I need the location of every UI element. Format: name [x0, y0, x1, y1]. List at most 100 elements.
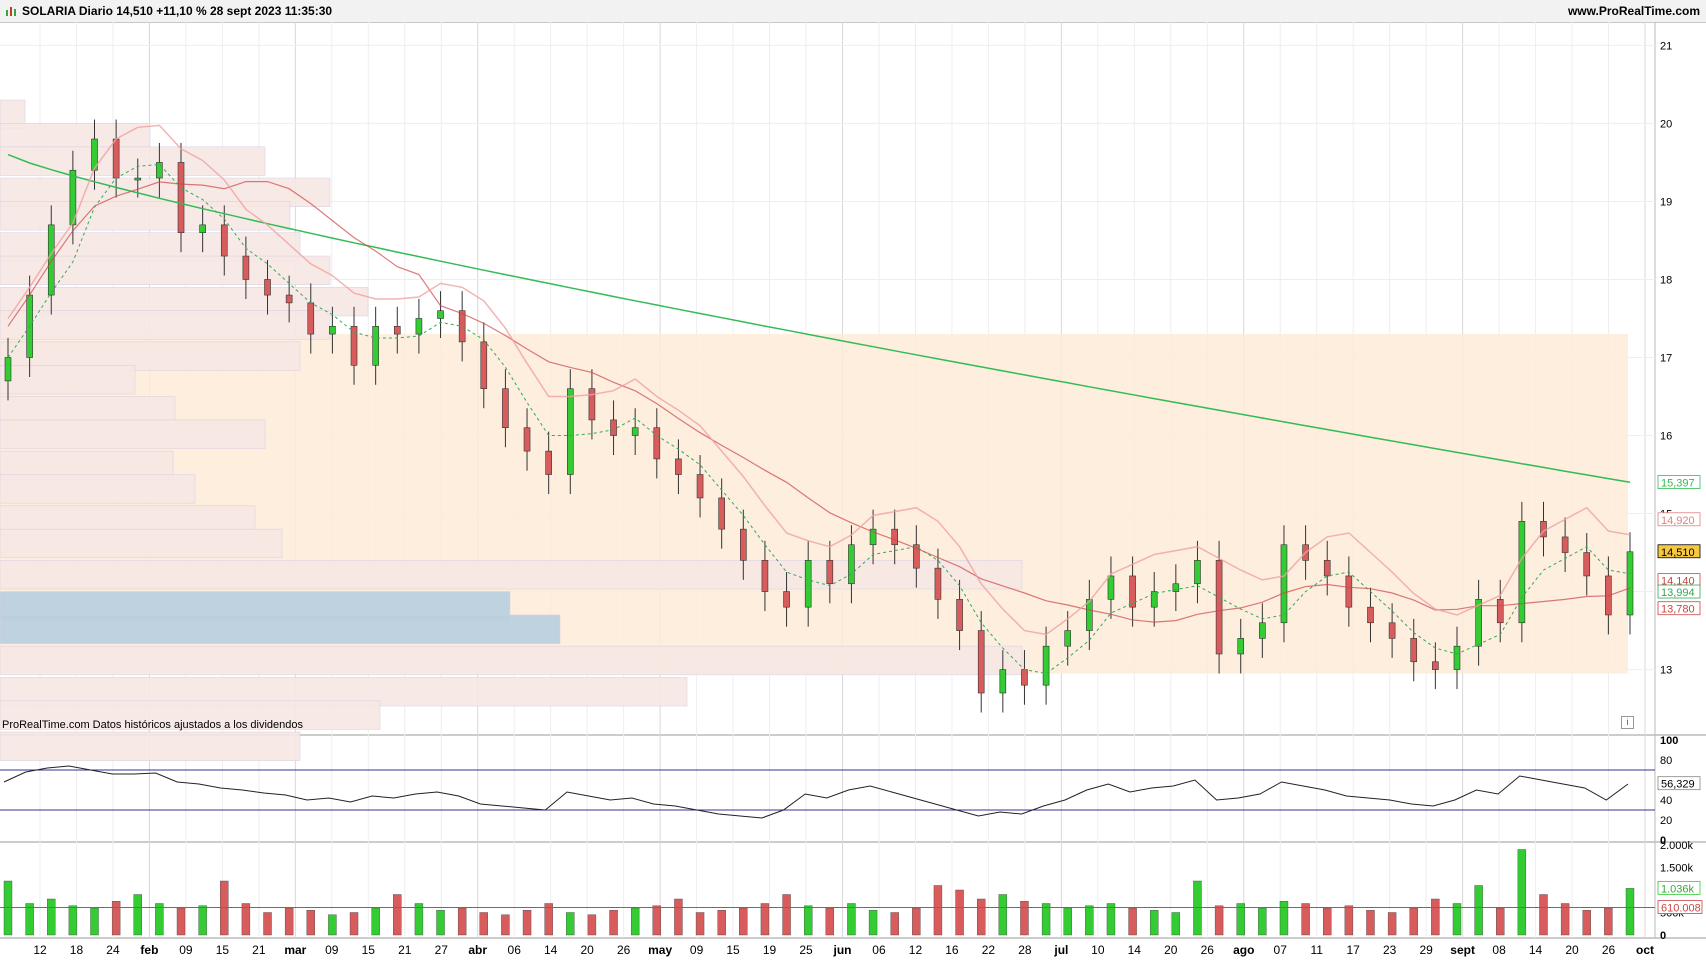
- candle-body: [1626, 551, 1634, 616]
- volume-bar: [133, 894, 142, 936]
- volume-bar: [1517, 849, 1527, 936]
- volume-bar: [436, 910, 445, 936]
- x-tick-label: 12: [909, 943, 923, 957]
- x-tick-label: 19: [763, 943, 777, 957]
- x-tick-label: 10: [1091, 943, 1105, 957]
- volume-bar: [1020, 901, 1029, 936]
- x-tick-label: 15: [726, 943, 740, 957]
- osc-last-label: 56,329: [1661, 779, 1695, 791]
- volume-profile-bar: [0, 201, 291, 231]
- candle-body: [1107, 575, 1115, 600]
- x-tick-label: 21: [252, 943, 266, 957]
- volume-bar: [1452, 903, 1462, 936]
- volume-bar: [674, 898, 683, 936]
- y-tick-label: 13: [1660, 665, 1672, 677]
- volume-profile-bar: [0, 560, 1023, 590]
- candle-body: [696, 474, 704, 499]
- volume-bar: [1128, 907, 1137, 936]
- x-tick-label: sept: [1450, 943, 1475, 957]
- volume-bar: [284, 907, 294, 936]
- x-tick-label: oct: [1636, 943, 1654, 957]
- candle-body: [199, 224, 206, 233]
- x-tick-label: 20: [580, 943, 594, 957]
- x-tick-label: 21: [398, 943, 412, 957]
- candle-body: [4, 357, 12, 382]
- chart-canvas[interactable]: 12 18 24 feb 09 15 21 mar 09 15 21 27 abr 06 14 20 26 may…: [0, 0, 1706, 960]
- candle-body: [1583, 552, 1591, 577]
- volume-bar: [977, 898, 986, 936]
- candle-body: [1280, 544, 1288, 624]
- candle-body: [783, 591, 790, 608]
- volume-bar: [847, 903, 856, 936]
- candle-body: [1410, 638, 1418, 663]
- volume-bar: [1366, 910, 1375, 936]
- x-tick-label: 26: [1201, 943, 1215, 957]
- volume-bar: [111, 901, 121, 936]
- candle-body: [934, 567, 942, 600]
- volume-bar: [393, 894, 402, 936]
- candle-body: [112, 138, 120, 179]
- info-icon[interactable]: i: [1621, 716, 1634, 729]
- candle-body: [588, 388, 596, 421]
- volume-bar: [155, 903, 164, 936]
- y-tick-label: 20: [1660, 118, 1672, 130]
- volume-y-tick-label: 1.500k: [1660, 863, 1694, 875]
- candle-body: [761, 560, 769, 592]
- x-tick-label: 14: [544, 943, 558, 957]
- candle-body: [307, 302, 315, 335]
- candle-body: [372, 325, 379, 366]
- volume-bar: [1063, 907, 1072, 936]
- candle-body: [1323, 560, 1331, 577]
- volume-bar: [25, 903, 34, 936]
- volume-bar: [717, 910, 726, 936]
- y-tick-label: 17: [1660, 352, 1672, 364]
- candle-body: [1086, 599, 1093, 631]
- x-tick-label: 25: [799, 943, 813, 957]
- volume-bar: [68, 905, 78, 936]
- candle-body: [264, 279, 271, 296]
- price-label-ema-200: 15,397: [1661, 478, 1695, 490]
- candle-body: [1172, 583, 1180, 592]
- candle-body: [329, 325, 336, 335]
- x-tick-label: 26: [617, 943, 631, 957]
- volume-profile-bar: [0, 310, 331, 340]
- volume-y-tick-label: 2.000k: [1660, 840, 1694, 852]
- candle-body: [977, 630, 985, 694]
- candle-body: [285, 294, 293, 304]
- x-tick-label: 07: [1274, 943, 1288, 957]
- x-tick-label: 11: [1310, 943, 1323, 957]
- volume-bar: [803, 905, 813, 936]
- x-tick-label: 06: [508, 943, 522, 957]
- candle-body: [826, 560, 834, 585]
- candle-body: [480, 341, 488, 390]
- price-label-tenkan: 13,994: [1661, 587, 1695, 599]
- volume-bar: [522, 910, 532, 936]
- volume-bar: [349, 912, 359, 936]
- volume-bar: [1301, 903, 1310, 936]
- volume-bar: [1474, 885, 1483, 936]
- x-tick-label: ago: [1233, 943, 1254, 957]
- price-label-close: 14,510: [1661, 547, 1695, 559]
- x-tick-label: 23: [1383, 943, 1397, 957]
- volume-profile-bar: [0, 614, 561, 644]
- price-label-kijun: 14,920: [1661, 515, 1695, 527]
- x-tick-label: 09: [325, 943, 339, 957]
- volume-profile-bar: [0, 419, 266, 449]
- candle-body: [610, 419, 617, 436]
- x-tick-label: 27: [435, 943, 449, 957]
- volume-bar: [1279, 901, 1289, 936]
- volume-bar: [328, 914, 337, 936]
- candle-body: [545, 450, 552, 475]
- volume-bar: [782, 894, 791, 936]
- candle-body: [631, 427, 639, 436]
- candle-body: [177, 162, 185, 233]
- candle-body: [653, 427, 661, 460]
- volume-bar: [1214, 905, 1224, 936]
- price-label-sma-50: 13,780: [1661, 604, 1695, 616]
- volume-bar: [263, 912, 272, 936]
- volume-profile-bar: [0, 364, 136, 395]
- candle-body: [437, 310, 444, 319]
- x-tick-label: 09: [690, 943, 704, 957]
- volume-bar: [1604, 907, 1613, 936]
- candle-body: [1561, 536, 1569, 553]
